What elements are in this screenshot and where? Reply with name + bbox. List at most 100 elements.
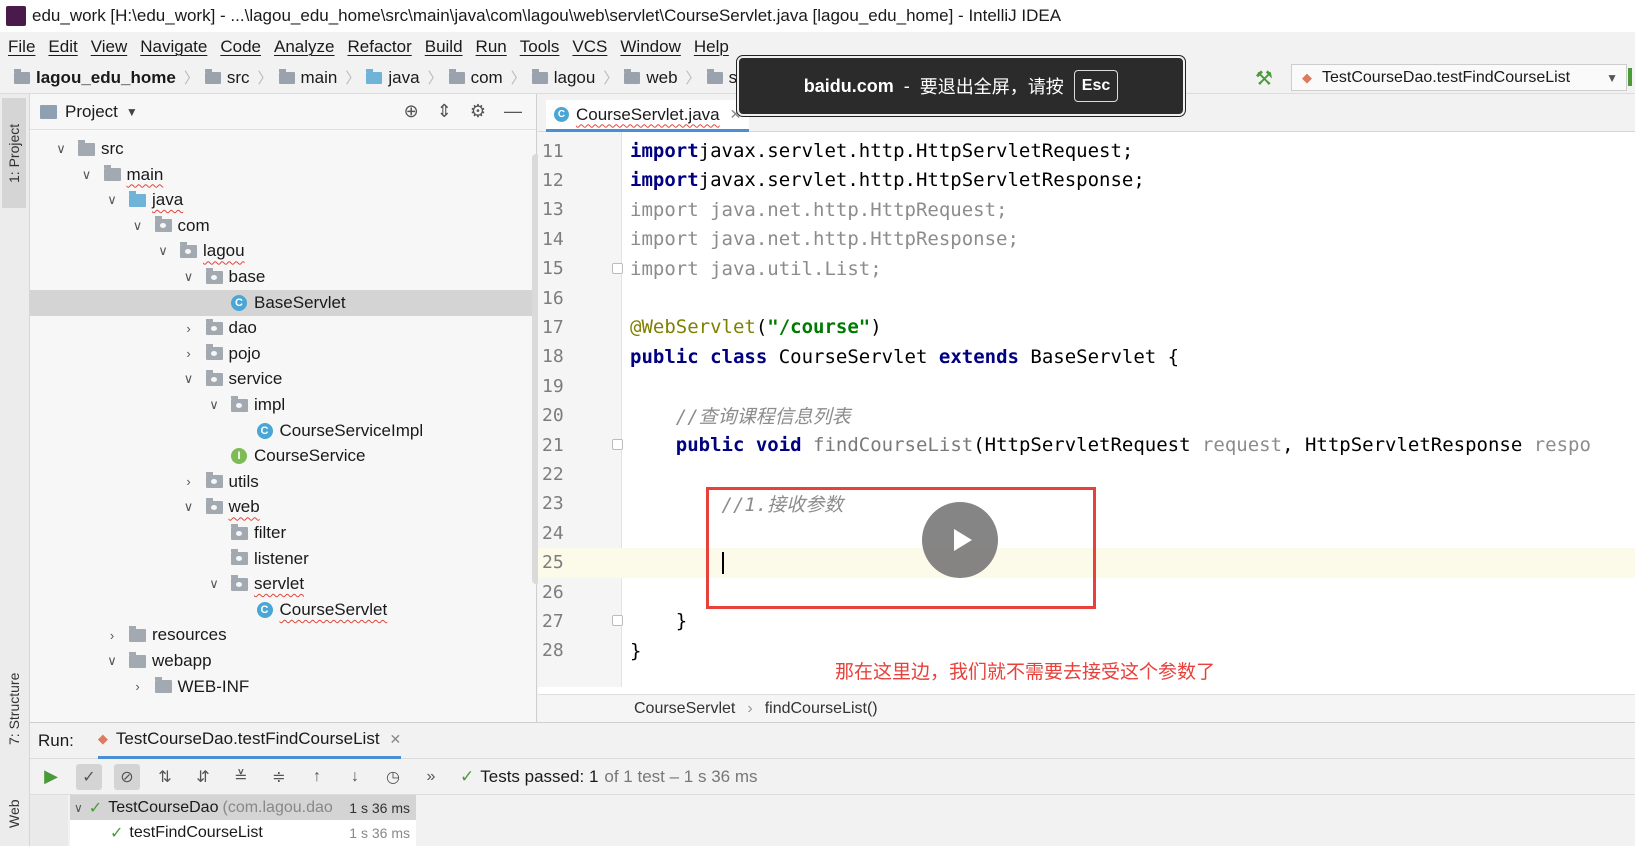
tree-item[interactable]: › WEB-INF <box>30 674 535 700</box>
tree-item[interactable]: ∨ service <box>30 366 535 392</box>
crumb-method[interactable]: findCourseList() <box>765 700 878 718</box>
menu-run[interactable]: Run <box>476 37 507 57</box>
tree-item[interactable]: ∨ web <box>30 494 535 520</box>
crumb-class[interactable]: CourseServlet <box>634 700 735 718</box>
expanded-arrow-icon[interactable]: ∨ <box>182 371 196 387</box>
code-line[interactable]: 15 import java.util.List; <box>538 254 1635 284</box>
video-play-button[interactable] <box>922 502 998 578</box>
menu-refactor[interactable]: Refactor <box>347 37 411 57</box>
expanded-arrow-icon[interactable]: ∨ <box>207 397 221 413</box>
collapse-all-icon[interactable]: ≑ <box>266 764 292 790</box>
tree-item[interactable]: C CourseServlet <box>30 597 535 623</box>
tab-web[interactable]: Web <box>2 784 26 844</box>
tree-item[interactable]: ∨ main <box>30 162 535 188</box>
show-passed-icon[interactable]: ✓ <box>76 763 102 790</box>
breadcrumb-item[interactable]: com 〉 <box>448 67 526 88</box>
menu-vcs[interactable]: VCS <box>572 37 607 57</box>
breadcrumb-item[interactable]: java 〉 <box>366 67 443 88</box>
menu-help[interactable]: Help <box>694 37 729 57</box>
menu-code[interactable]: Code <box>220 37 261 57</box>
expanded-arrow-icon[interactable]: ∨ <box>207 576 221 592</box>
test-suite-row[interactable]: ∨ ✓ TestCourseDao (com.lagou.dao 1 s 36 … <box>70 795 416 820</box>
sort-duration-icon[interactable]: ⇵ <box>190 764 216 790</box>
close-icon[interactable]: ✕ <box>390 731 402 748</box>
rerun-icon[interactable]: ▶ <box>38 764 64 790</box>
fold-marker-icon[interactable] <box>612 262 623 274</box>
collapsed-arrow-icon[interactable]: › <box>182 474 196 489</box>
locate-target-icon[interactable]: ⊕ <box>404 101 419 122</box>
code-line[interactable]: 18 public class CourseServlet extends Bas… <box>538 342 1635 372</box>
tree-item[interactable]: ∨ src <box>30 136 535 162</box>
code-line[interactable]: 27 } <box>538 606 1635 636</box>
tree-item[interactable]: I CourseService <box>30 443 535 469</box>
menu-file[interactable]: File <box>8 37 35 57</box>
more-actions-icon[interactable]: » <box>418 764 444 790</box>
collapsed-arrow-icon[interactable]: › <box>182 346 196 361</box>
menu-analyze[interactable]: Analyze <box>274 37 334 57</box>
breadcrumb-item[interactable]: web 〉 <box>624 67 701 88</box>
fold-marker-icon[interactable] <box>612 439 623 450</box>
tree-item[interactable]: ∨ webapp <box>30 648 535 674</box>
collapsed-arrow-icon[interactable]: › <box>105 628 119 643</box>
menu-window[interactable]: Window <box>620 37 680 57</box>
history-clock-icon[interactable]: ◷ <box>380 764 406 790</box>
code-line[interactable]: 19 <box>538 371 1635 401</box>
run-tab[interactable]: ◆ TestCourseDao.testFindCourseList ✕ <box>97 723 402 759</box>
expanded-arrow-icon[interactable]: ∨ <box>80 167 94 183</box>
breadcrumb-item[interactable]: lagou_edu_home 〉 <box>14 67 199 88</box>
tree-item[interactable]: ∨ impl <box>30 392 535 418</box>
tree-item[interactable]: › utils <box>30 469 535 495</box>
project-panel-title[interactable]: Project <box>65 102 118 122</box>
breadcrumb-item[interactable]: lagou 〉 <box>531 67 618 88</box>
code-line[interactable]: 11 importjavax.servlet.http.HttpServletRe… <box>538 136 1635 166</box>
code-line[interactable]: 13 import java.net.http.HttpRequest; <box>538 195 1635 225</box>
tree-item[interactable]: C CourseServiceImpl <box>30 418 535 444</box>
tab-structure[interactable]: 7: Structure <box>2 654 26 764</box>
gear-icon[interactable]: ⚙ <box>470 101 486 122</box>
sort-alpha-icon[interactable]: ⇅ <box>152 764 178 790</box>
tree-item[interactable]: ∨ base <box>30 264 535 290</box>
expand-all-icon[interactable]: ≚ <box>228 764 254 790</box>
minimize-icon[interactable]: — <box>504 101 522 122</box>
tree-item[interactable]: ∨ lagou <box>30 238 535 264</box>
expanded-arrow-icon[interactable]: ∨ <box>105 653 119 669</box>
collapsed-arrow-icon[interactable]: › <box>131 679 145 694</box>
code-line[interactable]: 21 public void findCourseList(HttpServle… <box>538 430 1635 460</box>
expanded-arrow-icon[interactable]: ∨ <box>182 269 196 285</box>
code-line[interactable]: 22 <box>538 459 1635 489</box>
code-line[interactable]: 12 importjavax.servlet.http.HttpServletRe… <box>538 165 1635 195</box>
expanded-arrow-icon[interactable]: ∨ <box>105 192 119 208</box>
breadcrumb-item[interactable]: src 〉 <box>204 67 273 88</box>
tree-item[interactable]: filter <box>30 520 535 546</box>
test-case-row[interactable]: ✓ testFindCourseList 1 s 36 ms <box>70 820 416 845</box>
menu-navigate[interactable]: Navigate <box>140 37 207 57</box>
show-ignored-icon[interactable]: ⊘ <box>114 763 140 790</box>
tree-item[interactable]: ∨ java <box>30 187 535 213</box>
collapsed-arrow-icon[interactable]: › <box>182 321 196 336</box>
code-line[interactable]: 16 <box>538 283 1635 313</box>
menu-build[interactable]: Build <box>425 37 463 57</box>
tree-item[interactable]: ∨ servlet <box>30 571 535 597</box>
expanded-arrow-icon[interactable]: ∨ <box>182 499 196 515</box>
fold-marker-icon[interactable] <box>612 615 623 627</box>
tree-item[interactable]: › pojo <box>30 341 535 367</box>
code-line[interactable]: 14 import java.net.http.HttpResponse; <box>538 224 1635 254</box>
expanded-arrow-icon[interactable]: ∨ <box>156 243 170 259</box>
expanded-arrow-icon[interactable]: ∨ <box>131 218 145 234</box>
breadcrumb-item[interactable]: main 〉 <box>278 67 360 88</box>
tab-project[interactable]: 1: Project <box>2 98 26 208</box>
build-hammer-icon[interactable]: ⚒ <box>1255 66 1273 91</box>
run-configuration-select[interactable]: ◆ TestCourseDao.testFindCourseList ▼ <box>1291 64 1627 91</box>
tree-item[interactable]: C BaseServlet <box>30 289 535 316</box>
chevron-down-icon[interactable]: ▼ <box>126 105 138 119</box>
menu-tools[interactable]: Tools <box>520 37 560 57</box>
code-line[interactable]: 20 //查询课程信息列表 <box>538 401 1635 431</box>
menu-edit[interactable]: Edit <box>48 37 77 57</box>
tab-courseservlet-java[interactable]: C CourseServlet.java ✕ <box>546 100 750 132</box>
previous-failed-icon[interactable]: ↑ <box>304 764 330 790</box>
tree-item[interactable]: › resources <box>30 622 535 648</box>
expanded-arrow-icon[interactable]: ∨ <box>54 141 68 157</box>
menu-view[interactable]: View <box>91 37 128 57</box>
tree-item[interactable]: › dao <box>30 315 535 341</box>
collapse-all-icon[interactable]: ⇕ <box>437 101 452 122</box>
